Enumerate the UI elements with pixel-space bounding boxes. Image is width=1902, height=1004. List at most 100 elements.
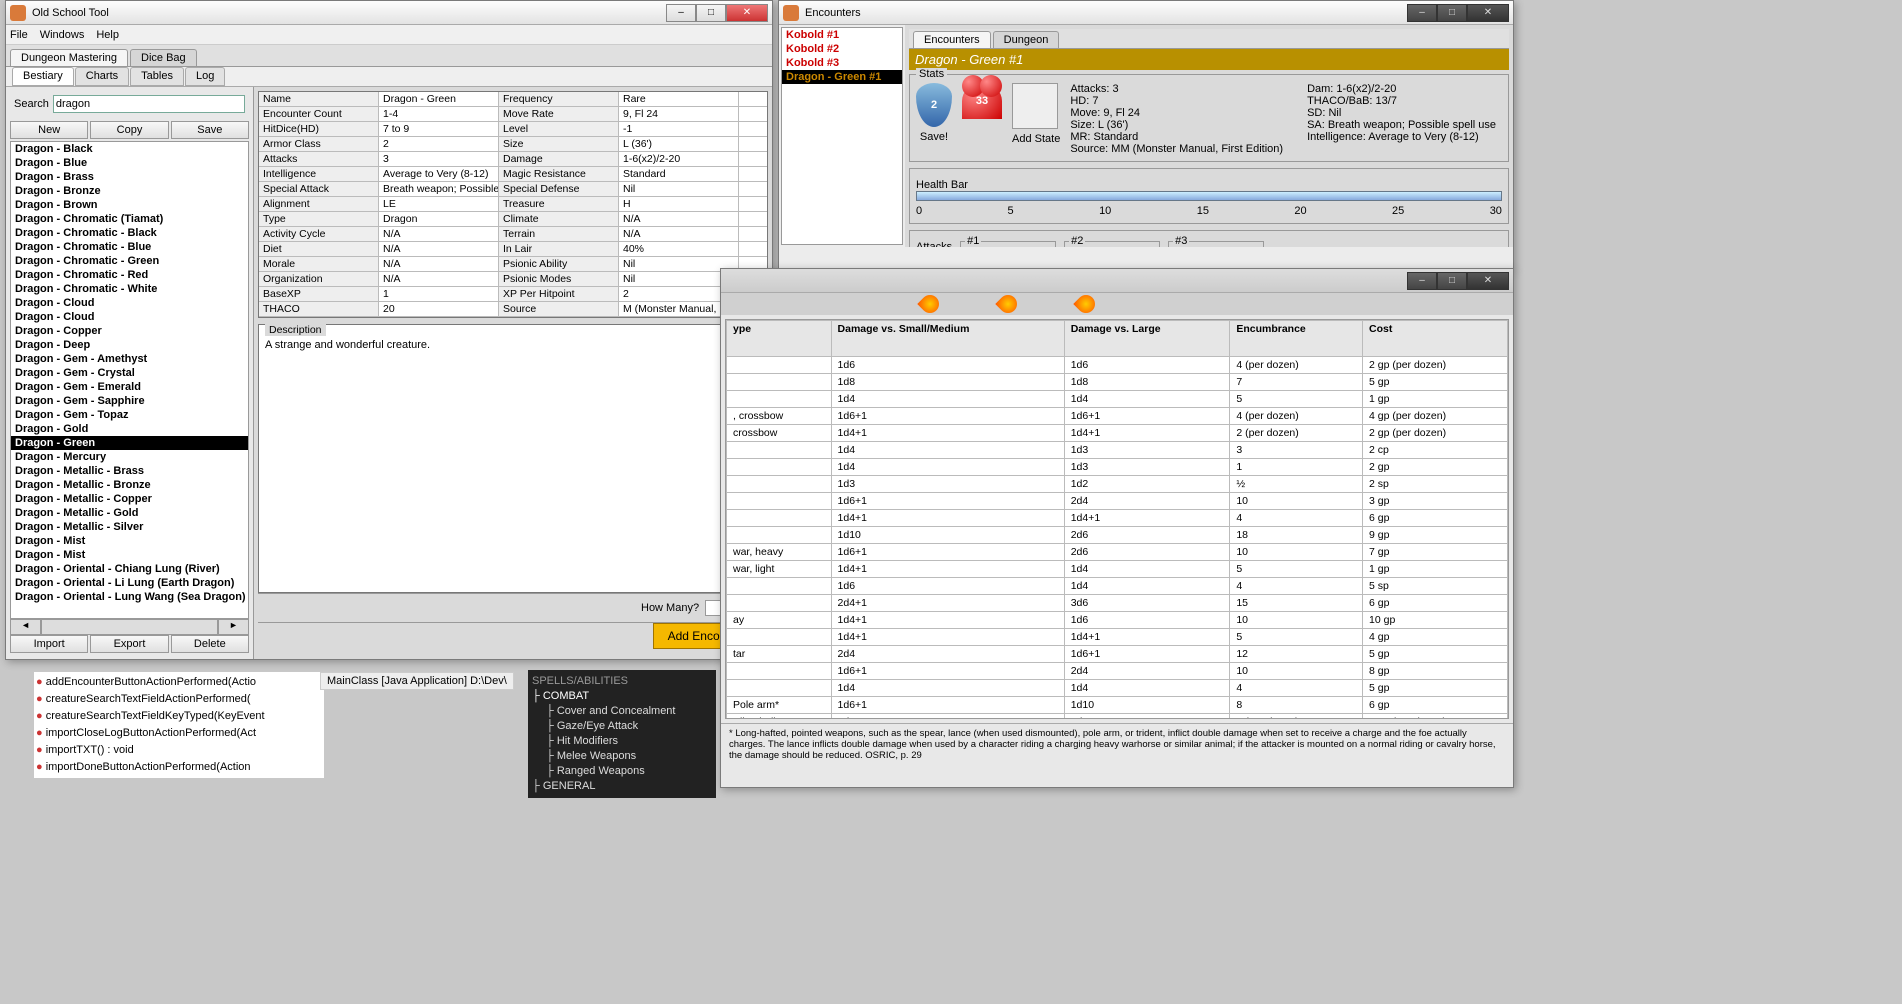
encounter-list[interactable]: Kobold #1Kobold #2Kobold #3Dragon - Gree… xyxy=(781,27,903,245)
export-button[interactable]: Export xyxy=(90,635,168,653)
table-row[interactable]: 1d102d6189 gp xyxy=(727,527,1508,544)
titlebar[interactable]: Old School Tool – □ ✕ xyxy=(6,1,772,25)
add-state-label[interactable]: Add State xyxy=(1012,133,1060,145)
column-header[interactable]: Encumbrance xyxy=(1230,321,1363,357)
stat-value[interactable]: LE xyxy=(379,197,499,211)
column-header[interactable]: Damage vs. Large xyxy=(1064,321,1230,357)
tree-item[interactable]: Melee Weapons xyxy=(532,749,712,764)
scroll-left-button[interactable]: ◄ xyxy=(10,619,41,635)
creature-item[interactable]: Dragon - Gem - Crystal xyxy=(11,366,248,380)
health-bar[interactable] xyxy=(916,191,1502,201)
stat-value[interactable]: N/A xyxy=(619,212,739,226)
creature-item[interactable]: Dragon - Cloud xyxy=(11,296,248,310)
copy-button[interactable]: Copy xyxy=(90,121,168,139)
table-row[interactable]: Pole arm*1d6+11d1086 gp xyxy=(727,697,1508,714)
creature-item[interactable]: Dragon - Cloud xyxy=(11,310,248,324)
creature-item[interactable]: Dragon - Black xyxy=(11,142,248,156)
close-button[interactable]: ✕ xyxy=(1467,4,1509,22)
creature-item[interactable]: Dragon - Metallic - Gold xyxy=(11,506,248,520)
creature-item[interactable]: Dragon - Chromatic - Blue xyxy=(11,240,248,254)
creature-item[interactable]: Dragon - Chromatic - Red xyxy=(11,268,248,282)
attack-box[interactable]: #2READY!Hit! xyxy=(1064,241,1160,247)
scroll-right-button[interactable]: ► xyxy=(218,619,249,635)
save-label[interactable]: Save! xyxy=(916,131,952,143)
code-outline[interactable]: addEncounterButtonActionPerformed(Actioc… xyxy=(34,672,324,778)
subtab-bestiary[interactable]: Bestiary xyxy=(12,67,74,86)
stat-value[interactable]: Dragon - Green xyxy=(379,92,499,106)
table-row[interactable]: 1d6+12d4108 gp xyxy=(727,663,1508,680)
titlebar-table[interactable]: – □ ✕ xyxy=(721,269,1513,293)
menu-file[interactable]: File xyxy=(10,29,28,41)
scroll-track[interactable] xyxy=(41,619,218,635)
subtab-log[interactable]: Log xyxy=(185,67,225,86)
run-tab[interactable]: MainClass [Java Application] D:\Dev\ xyxy=(320,672,514,690)
creature-item[interactable]: Dragon - Bronze xyxy=(11,184,248,198)
tab-dice-bag[interactable]: Dice Bag xyxy=(130,49,197,66)
creature-item[interactable]: Dragon - Chromatic (Tiamat) xyxy=(11,212,248,226)
delete-button[interactable]: Delete xyxy=(171,635,249,653)
stat-value[interactable]: L (36') xyxy=(619,137,739,151)
stat-value[interactable]: N/A xyxy=(619,227,739,241)
table-row[interactable]: 1d4+11d4+154 gp xyxy=(727,629,1508,646)
outline-method[interactable]: importDoneButtonActionPerformed(Action xyxy=(36,759,322,776)
creature-item[interactable]: Dragon - Gem - Topaz xyxy=(11,408,248,422)
creature-item[interactable]: Dragon - Chromatic - White xyxy=(11,282,248,296)
table-row[interactable]: crossbow1d4+11d4+12 (per dozen)2 gp (per… xyxy=(727,425,1508,442)
stat-value[interactable]: 7 to 9 xyxy=(379,122,499,136)
creature-item[interactable]: Dragon - Mist xyxy=(11,534,248,548)
outline-method[interactable]: addEncounterButtonActionPerformed(Actio xyxy=(36,674,322,691)
table-row[interactable]: 1d31d2½2 sp xyxy=(727,476,1508,493)
table-row[interactable]: tar2d41d6+1125 gp xyxy=(727,646,1508,663)
subtab-tables[interactable]: Tables xyxy=(130,67,184,86)
table-row[interactable]: 1d81d875 gp xyxy=(727,374,1508,391)
creature-item[interactable]: Dragon - Gem - Sapphire xyxy=(11,394,248,408)
creature-item[interactable]: Dragon - Deep xyxy=(11,338,248,352)
column-header[interactable]: Damage vs. Small/Medium xyxy=(831,321,1064,357)
outline-method[interactable]: creatureSearchTextFieldActionPerformed( xyxy=(36,691,322,708)
creature-item[interactable]: Dragon - Gem - Amethyst xyxy=(11,352,248,366)
minimize-button[interactable]: – xyxy=(1407,272,1437,290)
close-button[interactable]: ✕ xyxy=(726,4,768,22)
creature-item[interactable]: Dragon - Oriental - Lung Wang (Sea Drago… xyxy=(11,590,248,604)
encounter-item[interactable]: Kobold #1 xyxy=(782,28,902,42)
stat-value[interactable]: Rare xyxy=(619,92,739,106)
stat-value[interactable]: N/A xyxy=(379,242,499,256)
close-button[interactable]: ✕ xyxy=(1467,272,1509,290)
creature-item[interactable]: Dragon - Oriental - Li Lung (Earth Drago… xyxy=(11,576,248,590)
table-row[interactable]: 2d4+13d6156 gp xyxy=(727,595,1508,612)
creature-item[interactable]: Dragon - Chromatic - Green xyxy=(11,254,248,268)
creature-item[interactable]: Dragon - Gem - Emerald xyxy=(11,380,248,394)
table-row[interactable]: 1d61d445 sp xyxy=(727,578,1508,595)
creature-item[interactable]: Dragon - Metallic - Brass xyxy=(11,464,248,478)
table-row[interactable]: war, heavy1d6+12d6107 gp xyxy=(727,544,1508,561)
table-row[interactable]: war, light1d4+11d451 gp xyxy=(727,561,1508,578)
titlebar-encounters[interactable]: Encounters – □ ✕ xyxy=(779,1,1513,25)
search-input[interactable] xyxy=(53,95,245,113)
stat-value[interactable]: Breath weapon; Possible spell use xyxy=(379,182,499,196)
table-row[interactable]: 1d61d64 (per dozen)2 gp (per dozen) xyxy=(727,357,1508,374)
minimize-button[interactable]: – xyxy=(666,4,696,22)
attack-box[interactable]: #3READY!Hit! xyxy=(1168,241,1264,247)
creature-item[interactable]: Dragon - Gold xyxy=(11,422,248,436)
stat-value[interactable]: N/A xyxy=(379,257,499,271)
tree-combat[interactable]: COMBAT xyxy=(532,689,712,704)
encounter-item[interactable]: Kobold #3 xyxy=(782,56,902,70)
tree-item[interactable]: Ranged Weapons xyxy=(532,764,712,779)
attack-box[interactable]: #1READY!Hit! xyxy=(960,241,1056,247)
import-button[interactable]: Import xyxy=(10,635,88,653)
tree-item[interactable]: Hit Modifiers xyxy=(532,734,712,749)
menu-windows[interactable]: Windows xyxy=(40,29,85,41)
stat-value[interactable]: 1-4 xyxy=(379,107,499,121)
stat-value[interactable]: 1 xyxy=(379,287,499,301)
stat-value[interactable]: N/A xyxy=(379,227,499,241)
outline-method[interactable]: importTXT() : void xyxy=(36,742,322,759)
stat-value[interactable]: Dragon xyxy=(379,212,499,226)
stat-value[interactable]: N/A xyxy=(379,272,499,286)
table-row[interactable]: 1d4+11d4+146 gp xyxy=(727,510,1508,527)
stat-value[interactable]: 2 xyxy=(379,137,499,151)
tab-encounters[interactable]: Encounters xyxy=(913,31,991,48)
table-row[interactable]: 1d41d312 gp xyxy=(727,459,1508,476)
creature-list[interactable]: Dragon - BlackDragon - BlueDragon - Bras… xyxy=(10,141,249,619)
table-row[interactable]: 1d41d451 gp xyxy=(727,391,1508,408)
creature-item[interactable]: Dragon - Oriental - Chiang Lung (River) xyxy=(11,562,248,576)
